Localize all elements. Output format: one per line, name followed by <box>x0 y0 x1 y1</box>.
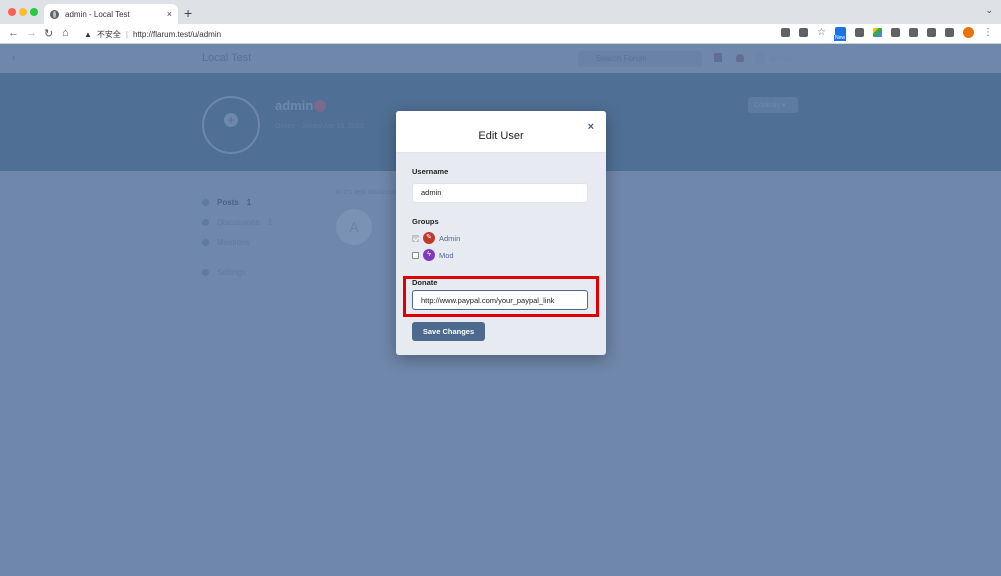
controls-dropdown[interactable]: Controls ▾ <box>748 97 798 113</box>
nav-label: Posts <box>217 197 239 207</box>
nav-item-mentions[interactable]: Mentions <box>202 232 272 252</box>
new-badge: New <box>834 35 847 41</box>
wrench-icon: ✎ <box>423 232 435 244</box>
mod-checkbox[interactable] <box>412 251 419 259</box>
warning-icon: ▲ <box>84 29 92 39</box>
save-button[interactable]: Save Changes <box>412 322 485 341</box>
globe-icon <box>50 9 59 19</box>
reload-icon[interactable]: ↻ <box>44 27 53 40</box>
puzzle-icon[interactable] <box>927 28 936 37</box>
extension-new-icon[interactable]: New <box>834 27 847 41</box>
nav-label: Settings <box>217 267 246 277</box>
modal-title: Edit User <box>478 130 524 142</box>
new-tab-button[interactable]: + <box>184 5 192 21</box>
profile-avatar[interactable]: + <box>202 96 260 154</box>
nav-item-discussions[interactable]: Discussions 1 <box>202 212 272 232</box>
minimize-window-button[interactable] <box>19 8 27 16</box>
username-label: Username <box>412 167 449 176</box>
username-field[interactable] <box>412 182 588 203</box>
security-label: 不安全 <box>96 29 121 39</box>
forward-icon[interactable]: → <box>26 27 37 39</box>
nav-label: Mentions <box>217 237 250 247</box>
discussions-icon <box>202 218 209 226</box>
group-row-admin: ✎ Admin <box>412 230 590 247</box>
translate-icon[interactable] <box>781 28 790 37</box>
modal-header: Edit User <box>396 111 606 153</box>
group-name: Mod <box>439 250 454 260</box>
post-avatar[interactable]: A <box>336 209 372 245</box>
forum-title[interactable]: Local Test <box>202 52 251 64</box>
nav-label: Discussions <box>217 217 260 227</box>
more-menu-icon[interactable]: ⋮ <box>983 27 993 38</box>
group-name: Admin <box>439 233 461 243</box>
drive-icon[interactable] <box>873 28 882 37</box>
nav-count: 1 <box>267 217 273 227</box>
groups-label: Groups <box>412 216 439 226</box>
close-window-button[interactable] <box>8 8 16 16</box>
admin-badge-icon <box>314 100 326 112</box>
maximize-window-button[interactable] <box>30 8 38 16</box>
camera-icon[interactable] <box>855 28 864 37</box>
bell-icon[interactable] <box>736 54 744 62</box>
group-row-mod[interactable]: ϟ Mod <box>412 247 590 264</box>
nav-item-settings[interactable]: Settings <box>202 262 272 282</box>
home-icon[interactable]: ⌂ <box>62 27 69 39</box>
groups-section: Groups ✎ Admin ϟ Mod <box>412 217 590 264</box>
edit-user-modal: Edit User × Username Groups ✎ Admin ϟ Mo… <box>396 111 606 355</box>
mentions-icon <box>202 238 209 246</box>
plus-icon: + <box>224 113 238 127</box>
browser-tab-bar: admin - Local Test × + ⌄ <box>0 0 1001 24</box>
browser-tab[interactable]: admin - Local Test × <box>44 4 178 24</box>
post-preview-title[interactable]: In It's test discussion <box>336 189 400 196</box>
profile-nav: Posts 1 Discussions 1 Mentions Settings <box>202 192 272 282</box>
forum-header: ‹ Local Test Search Forum admin <box>0 44 1001 73</box>
flag-icon[interactable] <box>714 53 722 62</box>
search-input[interactable]: Search Forum <box>578 51 702 67</box>
url-separator: | <box>125 29 128 39</box>
profile-name: admin <box>275 98 314 113</box>
vue-icon[interactable] <box>909 28 918 37</box>
address-bar[interactable]: ▲ 不安全 | http://flarum.test/u/admin <box>84 27 221 41</box>
nav-item-posts[interactable]: Posts 1 <box>202 192 272 212</box>
highlight-annotation <box>403 276 599 317</box>
tab-search-button[interactable]: ⌄ <box>985 5 993 16</box>
profile-avatar-icon[interactable] <box>963 27 974 38</box>
browser-toolbar: ← → ↻ ⌂ ▲ 不安全 | http://flarum.test/u/adm… <box>0 24 1001 44</box>
header-username[interactable]: admin <box>770 54 792 63</box>
sidebar-icon[interactable] <box>945 28 954 37</box>
admin-checkbox <box>412 234 419 242</box>
back-icon[interactable]: ← <box>8 27 19 39</box>
star-icon[interactable]: ☆ <box>817 28 826 38</box>
posts-icon <box>202 198 209 206</box>
avatar[interactable] <box>754 53 766 65</box>
url-text: http://flarum.test/u/admin <box>133 29 222 39</box>
nav-count: 1 <box>246 197 252 207</box>
share-icon[interactable] <box>799 28 808 37</box>
settings-icon <box>202 268 209 276</box>
tab-title: admin - Local Test <box>65 9 130 19</box>
cast-icon[interactable] <box>891 28 900 37</box>
profile-meta: Online · Joined Apr 18, 2022 <box>275 123 364 130</box>
bolt-icon: ϟ <box>423 249 435 261</box>
toolbar-icons: ☆ New ⋮ <box>781 27 993 41</box>
close-icon[interactable]: × <box>588 121 594 133</box>
back-arrow-icon[interactable]: ‹ <box>12 52 16 64</box>
tab-close-button[interactable]: × <box>167 9 172 19</box>
